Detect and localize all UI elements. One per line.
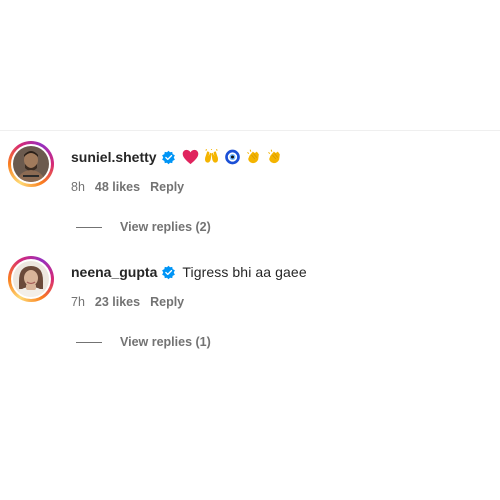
view-replies-label: View replies (2) [120, 220, 211, 234]
raising-hands-icon [203, 148, 220, 165]
comment-text: Tigress bhi aa gaee [182, 264, 307, 280]
comment-emojis [182, 148, 283, 165]
reply-button[interactable]: Reply [150, 295, 184, 309]
comments-page: suniel.shetty 8h 48 likes Reply View rep… [0, 0, 500, 500]
comment-meta: 8h 48 likes Reply [71, 180, 194, 194]
avatar[interactable] [8, 141, 54, 187]
verified-badge-icon [161, 150, 176, 165]
verified-badge-icon [161, 265, 176, 280]
username[interactable]: suniel.shetty [71, 149, 157, 165]
reply-button[interactable]: Reply [150, 180, 184, 194]
likes-count[interactable]: 23 likes [95, 295, 140, 309]
view-replies-button[interactable]: View replies (1) [76, 335, 211, 349]
view-replies-button[interactable]: View replies (2) [76, 220, 211, 234]
avatar[interactable] [8, 256, 54, 302]
likes-count[interactable]: 48 likes [95, 180, 140, 194]
nazar-amulet-icon [224, 149, 241, 165]
comment-meta: 7h 23 likes Reply [71, 295, 194, 309]
red-heart-icon [182, 149, 199, 165]
clapping-hands-icon [266, 149, 283, 165]
view-replies-label: View replies (1) [120, 335, 211, 349]
view-replies-line [76, 341, 102, 343]
username[interactable]: neena_gupta [71, 264, 157, 280]
avatar-image-suniel [13, 146, 49, 182]
avatar-image-neena [13, 261, 49, 297]
divider [0, 130, 500, 131]
view-replies-line [76, 226, 102, 228]
comment-time: 7h [71, 295, 85, 309]
comment-time: 8h [71, 180, 85, 194]
clapping-hands-icon [245, 149, 262, 165]
